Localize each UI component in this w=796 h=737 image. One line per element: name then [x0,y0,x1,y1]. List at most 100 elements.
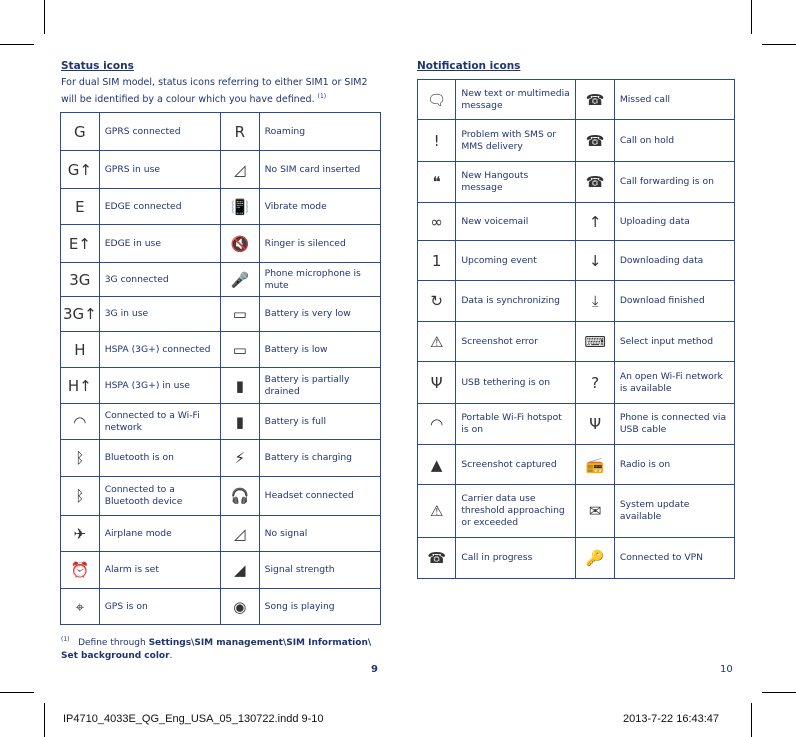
status-icon: 3G [60,262,100,297]
crop-mark [762,692,796,693]
table-row: G↑ GPRS in use ◿ No SIM card inserted [60,150,382,189]
icon-description: Roaming [258,112,382,151]
icon-description: EDGE connected [98,188,221,225]
table-row: ⌖ GPS is on ◉ Song is playing [60,588,382,625]
icon-description: System update available [613,484,736,538]
status-icon: ! [416,119,457,162]
icon-description: GPRS connected [98,112,221,151]
notification-icons-title: Notification icons [417,60,521,72]
table-row: E EDGE connected 📳 Vibrate mode [60,188,382,225]
footnote: (1) Define through Settings\SIM manageme… [61,633,381,663]
table-row: 🗨 New text or multimedia message ☎ Missed c… [416,79,736,120]
status-icon: ◠ [60,403,100,440]
icon-description: Song is playing [258,588,382,625]
table-row: 1 Upcoming event ↓ Downloading data [416,240,736,281]
crop-mark [44,703,45,737]
icon-description: An open Wi-Fi network is available [613,361,736,404]
status-icon: H [60,331,100,368]
icon-description: Battery is charging [258,439,382,477]
table-row: ☎ Call in progress 🔑 Connected to VPN [416,537,736,579]
icon-description: Portable Wi-Fi hotspot is on [455,403,577,445]
status-icon: ∞ [416,202,457,241]
icon-description: Bluetooth is on [98,439,221,477]
table-row: ⚠ Carrier data use threshold approaching … [416,484,736,538]
status-icon: H↑ [60,367,100,404]
icon-description: HSPA (3G+) connected [98,331,221,368]
crop-mark [0,44,34,45]
icon-description: New Hangouts message [455,161,577,203]
slug-filename: IP4710_4033E_QG_Eng_USA_05_130722.indd 9… [63,713,324,725]
status-icon: 🎤 [219,262,260,297]
status-icon: ᛒ [60,476,100,516]
table-row: ◠ Portable Wi-Fi hotspot is on Ψ Phone is c… [416,403,736,445]
status-icon: ◢ [219,551,260,589]
icon-description: GPRS in use [98,150,221,189]
icon-description: No SIM card inserted [258,150,382,189]
icon-description: Call on hold [613,119,736,162]
icon-description: 3G in use [98,296,221,332]
status-icon: 🎧 [219,476,260,516]
status-icon: ▮ [219,367,260,404]
icon-description: GPS is on [98,588,221,625]
table-row: ◠ Connected to a Wi-Fi network ▮ Battery is… [60,403,382,440]
status-icon: Ψ [416,361,457,404]
icon-description: Battery is very low [258,296,382,332]
icon-description: Ringer is silenced [258,224,382,263]
crop-mark [0,692,34,693]
table-row: ⏰ Alarm is set ◢ Signal strength [60,551,382,589]
icon-description: Vibrate mode [258,188,382,225]
icon-description: Radio is on [613,444,736,485]
intro-text: For dual SIM model, status icons referri… [61,77,368,106]
icon-description: Battery is low [258,331,382,368]
crop-mark [751,703,752,737]
table-row: 3G↑ 3G in use ▭ Battery is very low [60,296,382,332]
icon-description: Alarm is set [98,551,221,589]
icon-description: Screenshot error [455,321,577,362]
status-icon: ⌖ [60,588,100,625]
icon-description: Connected to a Wi-Fi network [98,403,221,440]
status-icon: G↑ [60,150,100,189]
table-row: E↑ EDGE in use 🔇 Ringer is silenced [60,224,382,263]
table-row: H↑ HSPA (3G+) in use ▮ Battery is partially… [60,367,382,404]
status-icon: ⤓ [575,280,615,322]
icon-description: 3G connected [98,262,221,297]
status-icon: ↑ [575,202,615,241]
status-icon: ▭ [219,296,260,332]
status-intro: For dual SIM model, status icons referri… [61,76,381,107]
status-icon: E [60,188,100,225]
crop-mark [751,0,752,34]
table-row: ! Problem with SMS or MMS delivery ☎ Call o… [416,119,736,162]
icon-description: Airplane mode [98,515,221,552]
status-icon: ? [575,361,615,404]
crop-mark [762,44,796,45]
table-row: ❝ New Hangouts message ☎ Call forwarding is… [416,161,736,203]
icon-description: Data is synchronizing [455,280,577,322]
status-icon: ☎ [575,79,615,120]
table-row: ᛒ Bluetooth is on ⚡ Battery is charging [60,439,382,477]
status-icon: G [60,112,100,151]
table-row: H HSPA (3G+) connected ▭ Battery is low [60,331,382,368]
icon-description: No signal [258,515,382,552]
page-number-left: 9 [371,664,378,675]
icon-description: Call in progress [455,537,577,579]
icon-description: Download finished [613,280,736,322]
icon-description: Phone microphone is mute [258,262,382,297]
icon-description: New text or multimedia message [455,79,577,120]
icon-description: Connected to a Bluetooth device [98,476,221,516]
table-row: ∞ New voicemail ↑ Uploading data [416,202,736,241]
icon-description: Signal strength [258,551,382,589]
status-icon: ⌨ [575,321,615,362]
status-icon: ᛒ [60,439,100,477]
icon-description: Downloading data [613,240,736,281]
table-row: ✈ Airplane mode ◿ No signal [60,515,382,552]
icon-description: Problem with SMS or MMS delivery [455,119,577,162]
icon-description: EDGE in use [98,224,221,263]
status-icon: 🔇 [219,224,260,263]
icon-description: Battery is full [258,403,382,440]
status-icon: 1 [416,240,457,281]
status-icon: ✈ [60,515,100,552]
footnote-mark: (1) [61,636,70,643]
status-icon: ⚠ [416,484,457,538]
status-icon: ⏰ [60,551,100,589]
table-row: G GPRS connected R Roaming [60,112,382,151]
